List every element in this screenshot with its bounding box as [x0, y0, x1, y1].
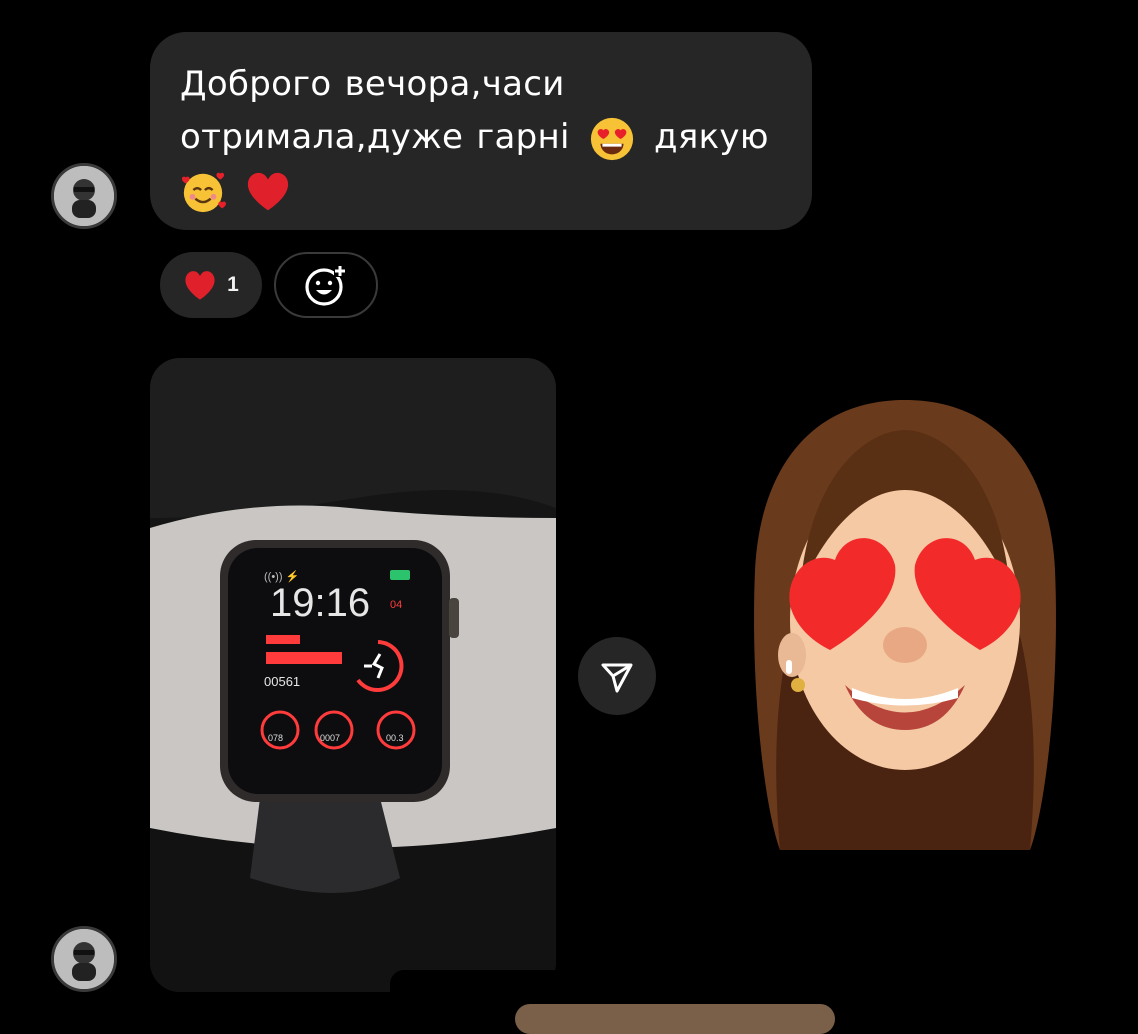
- photo-message[interactable]: ((•)) ⚡ 19:16 04 00561 078 0007 00.3: [150, 358, 556, 992]
- message-line-1: Доброго вечора,часи: [180, 64, 565, 104]
- send-icon: [601, 663, 633, 693]
- watch-date: 04: [390, 599, 402, 611]
- heart-eyes-emoji-icon: [589, 116, 635, 162]
- memoji-sticker[interactable]: [740, 390, 1070, 860]
- reaction-count: 1: [227, 273, 239, 296]
- watch-photo: ((•)) ⚡ 19:16 04 00561 078 0007 00.3: [150, 358, 556, 992]
- add-reaction-icon: [305, 265, 346, 306]
- heart-icon: [185, 271, 215, 300]
- avatar-image-2: [54, 929, 114, 989]
- message-bubble[interactable]: Доброго вечора,часи отримала,дуже гарні …: [150, 32, 812, 230]
- smiling-face-hearts-emoji-icon: [180, 169, 226, 215]
- next-message-peek: [515, 1004, 835, 1034]
- watch-stat-1: 078: [268, 733, 283, 743]
- sender-avatar[interactable]: [51, 163, 117, 229]
- watch-stat-2: 0007: [320, 733, 340, 743]
- watch-time: 19:16: [270, 581, 370, 625]
- message-text: Доброго вечора,часи отримала,дуже гарні …: [180, 58, 782, 217]
- red-heart-emoji-icon: [245, 169, 291, 215]
- sender-avatar-2[interactable]: [51, 926, 117, 992]
- share-button[interactable]: [578, 637, 656, 715]
- avatar-image: [54, 166, 114, 226]
- watch-stat-3: 00.3: [386, 733, 404, 743]
- watch-steps: 00561: [264, 674, 300, 689]
- add-reaction-button[interactable]: [274, 252, 378, 318]
- reaction-pill[interactable]: 1: [160, 252, 262, 318]
- message-line-2b: дякую: [654, 117, 769, 157]
- message-line-2a: отримала,дуже гарні: [180, 117, 570, 157]
